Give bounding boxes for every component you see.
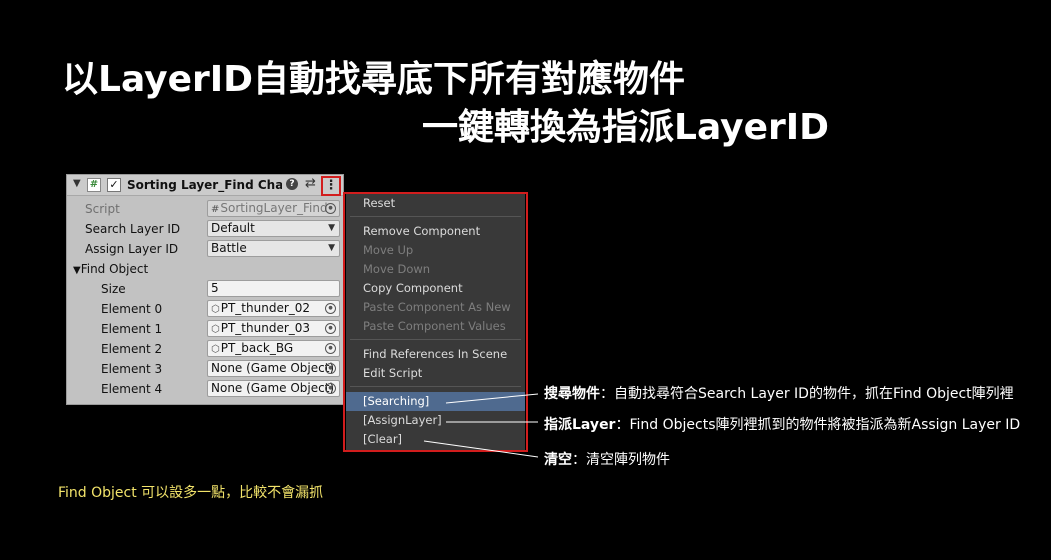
annotation-connectors — [423, 393, 539, 458]
annotation-clear: 清空：清空陣列物件 — [544, 452, 670, 468]
footnote-tip: Find Object 可以設多一點，比較不會漏抓 — [58, 485, 324, 501]
annotation-assign: 指派Layer：Find Objects陣列裡抓到的物件將被指派為新Assign… — [544, 417, 1021, 433]
connector-searching — [445, 393, 539, 404]
annotation-searching: 搜尋物件：自動找尋符合Search Layer ID的物件，抓在Find Obj… — [544, 386, 1014, 402]
connector-clear — [423, 440, 539, 458]
